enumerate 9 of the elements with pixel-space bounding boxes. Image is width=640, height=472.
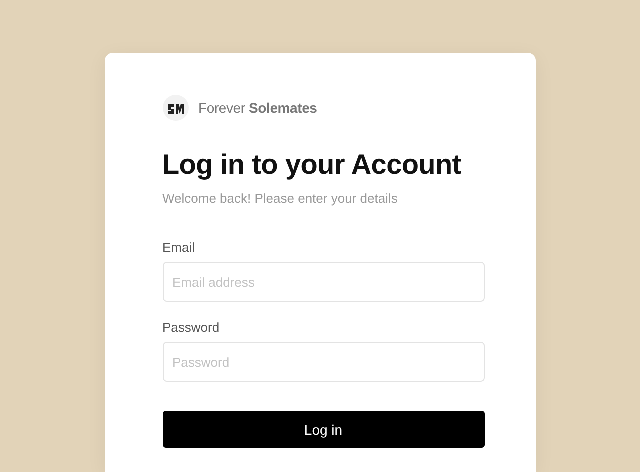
email-field[interactable]: Email address <box>162 262 484 302</box>
page-title: Log in to your Account <box>162 149 462 181</box>
field-label: Password <box>162 320 221 335</box>
login-button[interactable]: Log in <box>162 411 484 448</box>
password-field[interactable]: Password <box>162 342 484 382</box>
logo-icon <box>162 95 188 121</box>
brand-name: Forever Solemates <box>198 100 318 116</box>
subtitle: Welcome back! Please enter your details <box>162 191 399 206</box>
field-label: Email <box>162 240 196 255</box>
